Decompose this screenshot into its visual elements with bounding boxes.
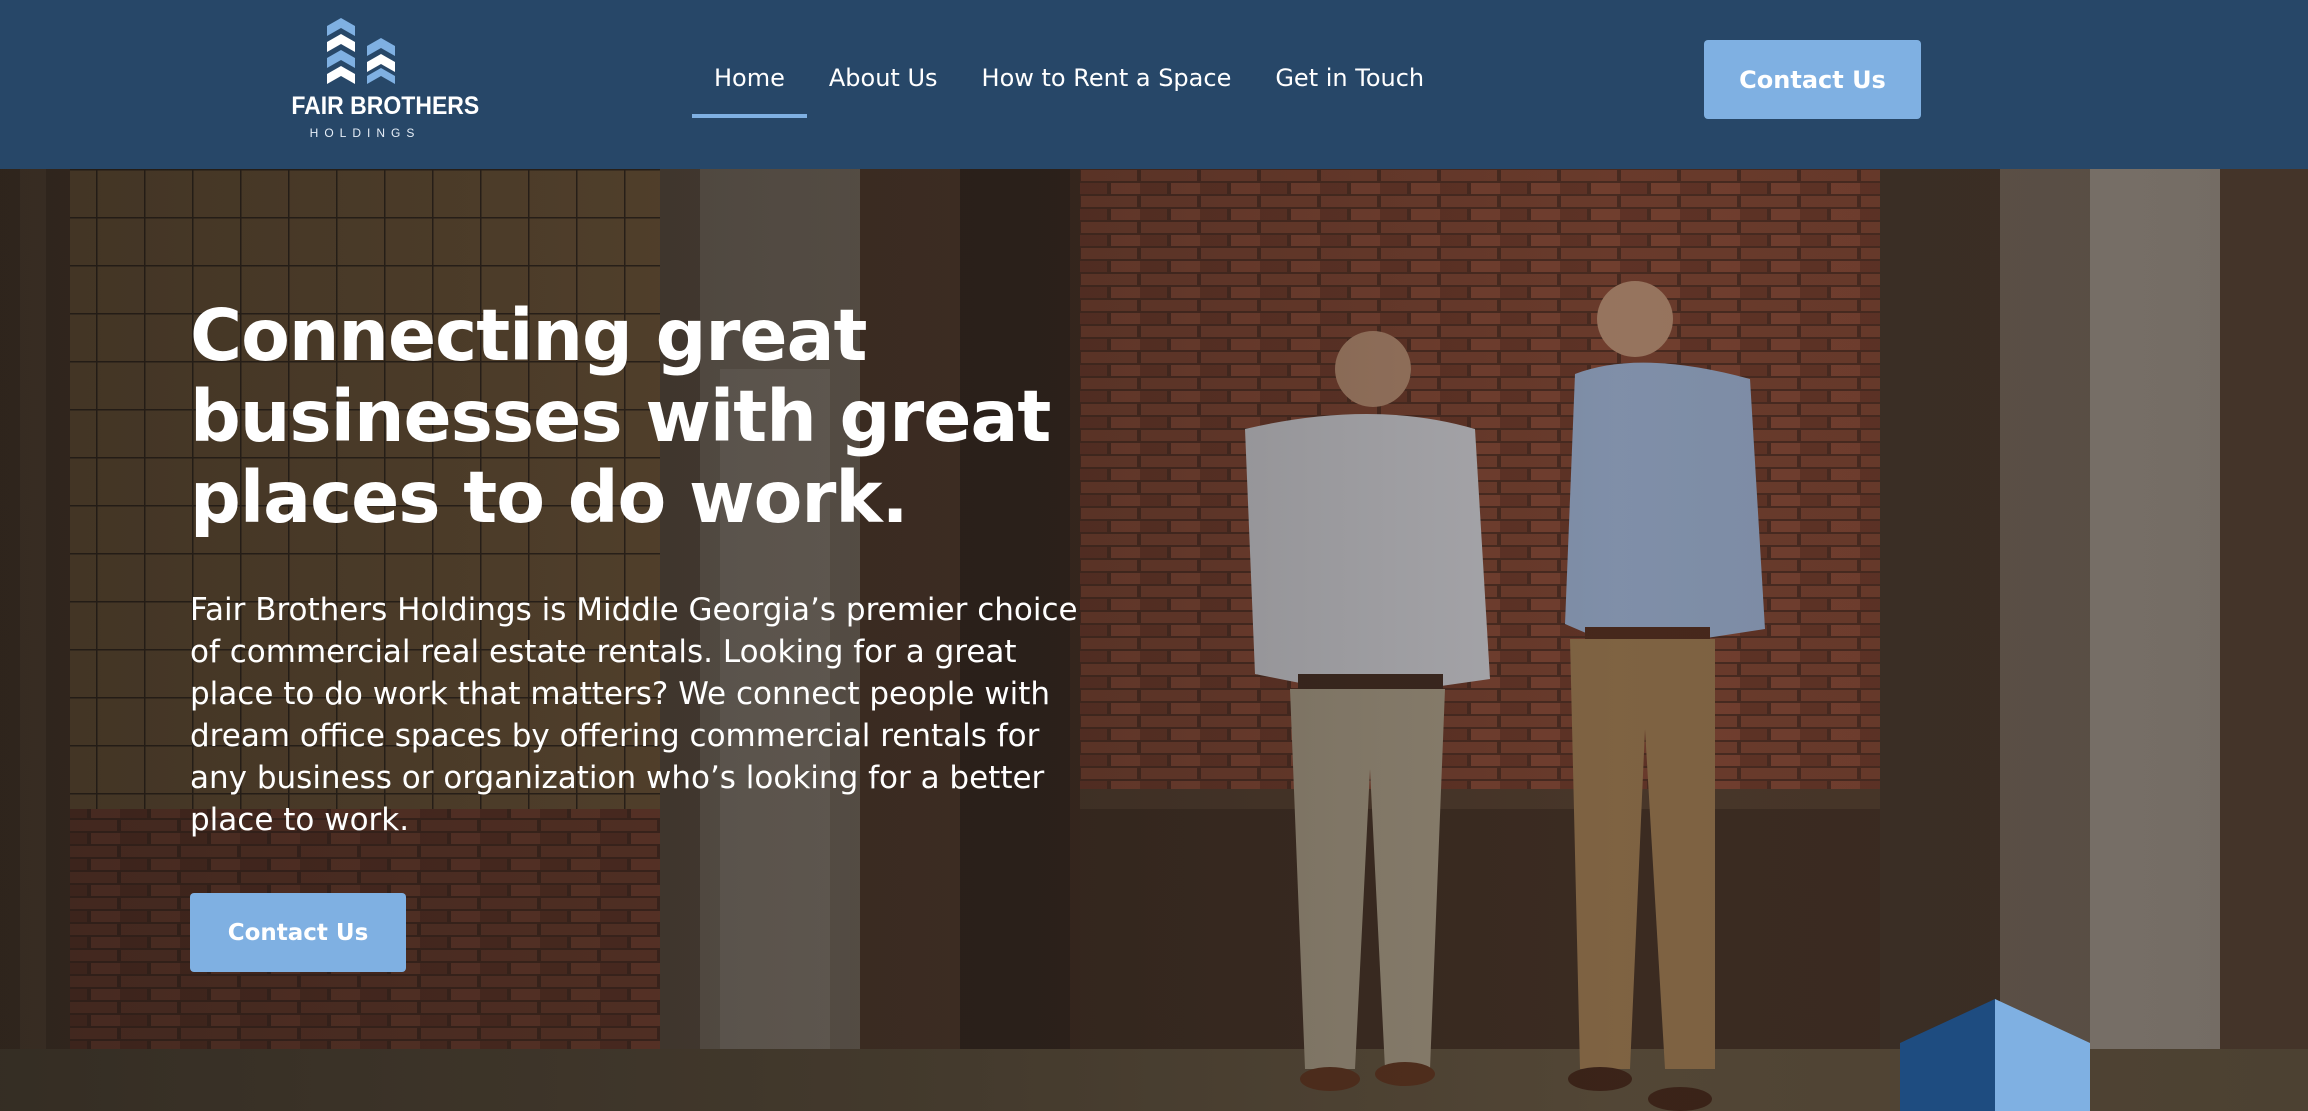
site-logo[interactable]: FAIR BROTHERS HOLDINGS (285, 18, 480, 144)
header-contact-button[interactable]: Contact Us (1704, 40, 1921, 119)
nav-item-get-in-touch[interactable]: Get in Touch (1253, 58, 1446, 118)
hero-contact-button[interactable]: Contact Us (190, 893, 406, 972)
site-header: FAIR BROTHERS HOLDINGS Home About Us How… (0, 0, 2308, 169)
logo-subtitle: HOLDINGS (309, 126, 421, 140)
nav-item-how-to-rent[interactable]: How to Rent a Space (960, 58, 1254, 118)
chevron-decoration-icon (1900, 999, 2090, 1111)
building-chevrons-logo-icon (327, 18, 395, 84)
nav-item-about-us[interactable]: About Us (807, 58, 960, 118)
hero-description: Fair Brothers Holdings is Middle Georgia… (190, 592, 1078, 838)
nav-item-home[interactable]: Home (692, 58, 807, 118)
main-nav: Home About Us How to Rent a Space Get in… (692, 58, 1446, 118)
hero-section: Connecting great businesses with great p… (0, 169, 2308, 1111)
logo-name: FAIR BROTHERS (291, 92, 480, 120)
hero-heading: Connecting great businesses with great p… (190, 294, 1051, 539)
